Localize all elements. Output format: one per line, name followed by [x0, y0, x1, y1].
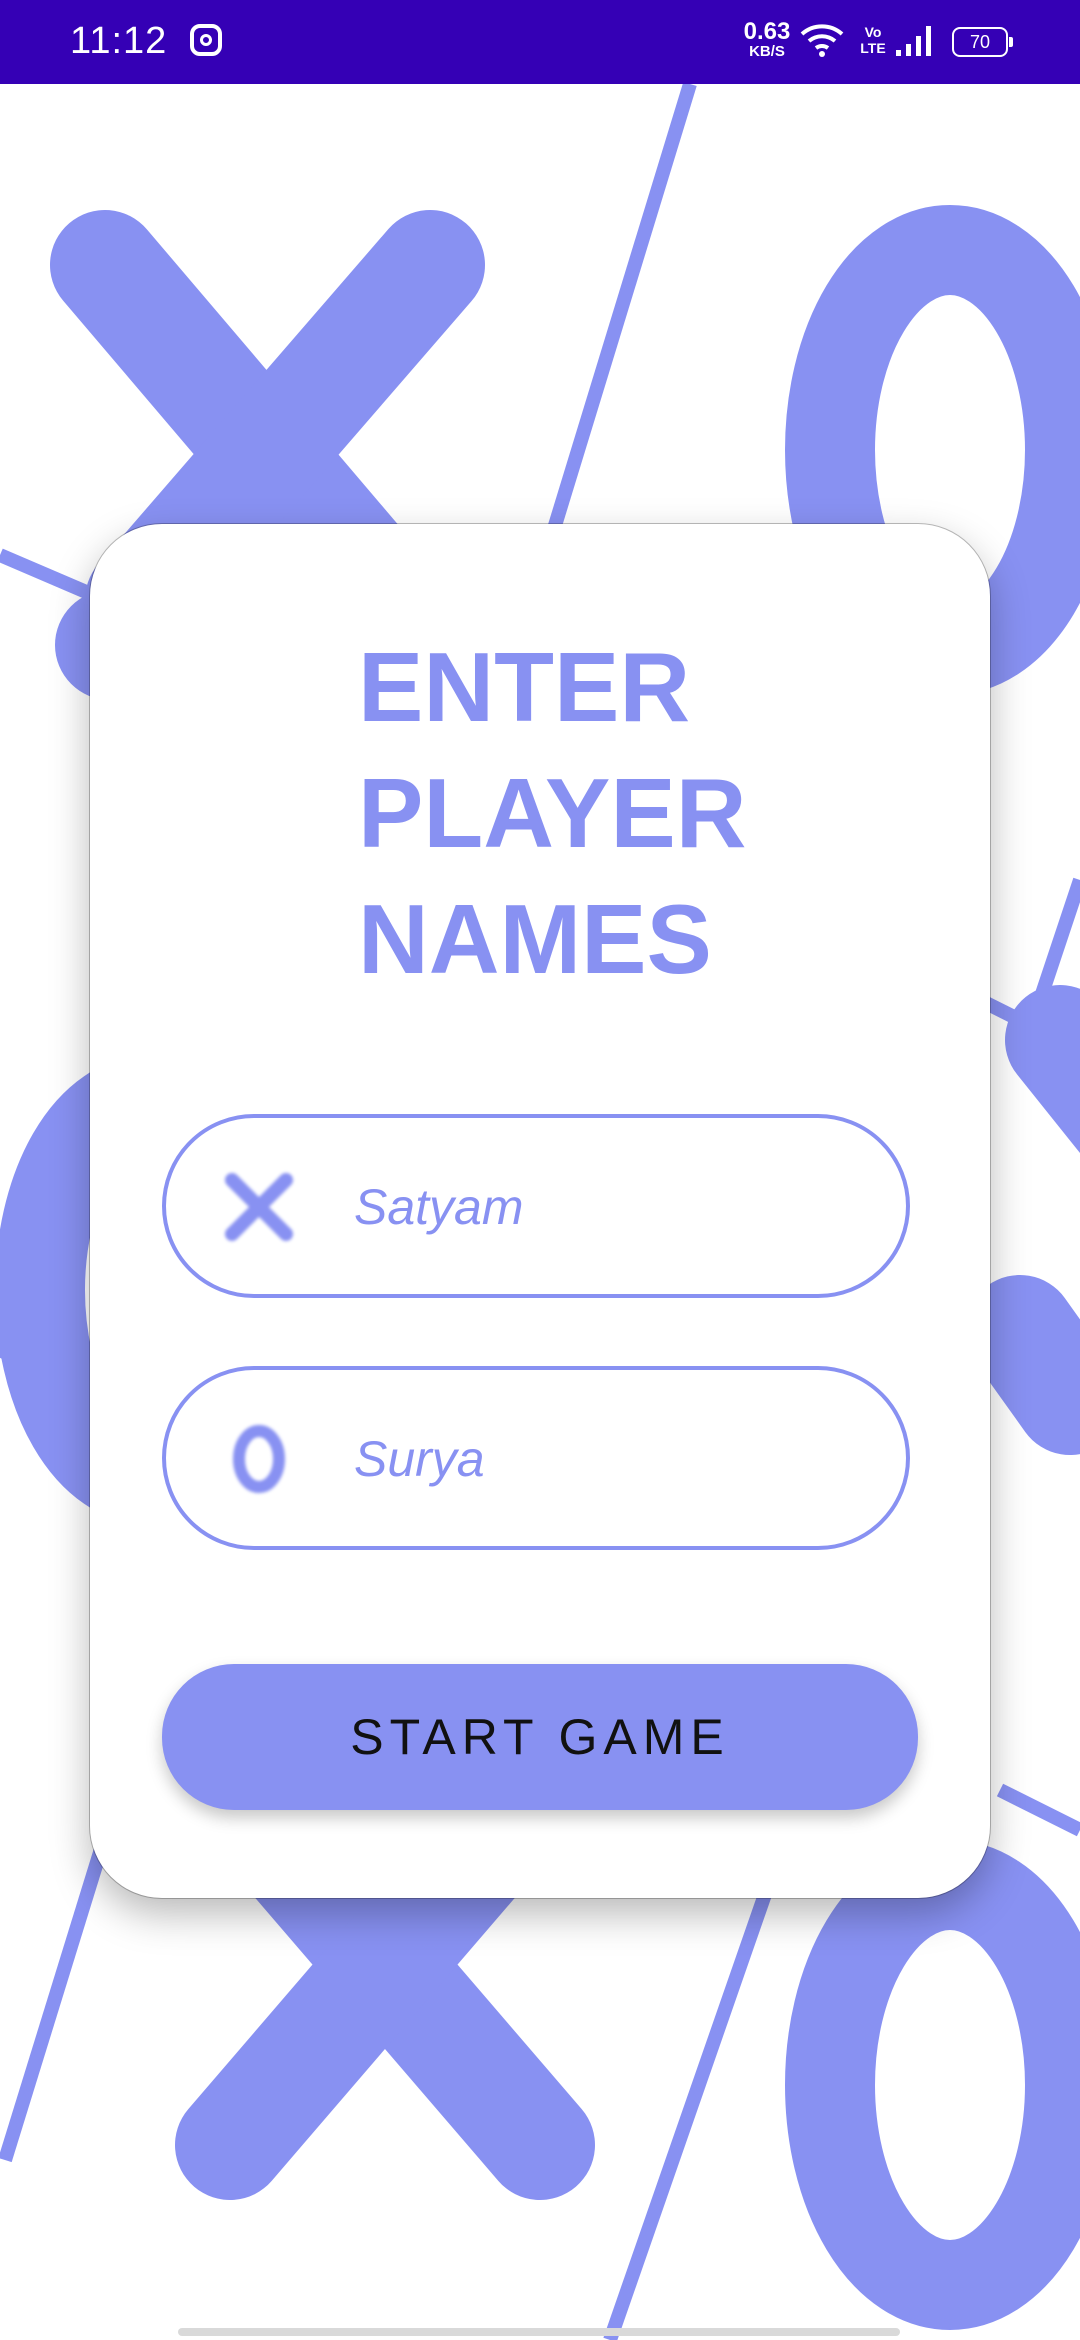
player1-name-input[interactable] — [352, 1158, 876, 1256]
player1-field[interactable] — [162, 1114, 910, 1298]
o-mark-icon — [233, 1425, 285, 1493]
network-speed-value: 0.63 — [743, 18, 791, 45]
volte-bottom-label: LTE — [860, 40, 886, 56]
title-line-1: ENTER — [358, 632, 691, 742]
player2-name-input[interactable] — [352, 1410, 876, 1508]
title-line-2: PLAYER — [358, 758, 747, 868]
x-mark-icon — [225, 1173, 293, 1241]
instagram-icon — [190, 24, 222, 56]
navigation-handle[interactable] — [178, 2328, 900, 2336]
signal-icon — [896, 26, 931, 56]
page-title: ENTER PLAYER NAMES — [358, 624, 878, 1002]
volte-top-label: Vo — [864, 24, 882, 40]
network-speed: 0.63 KB/S — [732, 18, 802, 60]
player-names-card: ENTER PLAYER NAMES START GAME — [90, 524, 990, 1898]
battery-icon: 70 — [952, 27, 1013, 57]
start-game-button[interactable]: START GAME — [162, 1664, 918, 1810]
volte-icon: Vo LTE — [858, 24, 888, 56]
network-speed-unit: KB/S — [749, 43, 785, 60]
player2-field[interactable] — [162, 1366, 910, 1550]
status-time: 11:12 — [70, 20, 168, 62]
wifi-icon — [800, 24, 844, 57]
title-line-3: NAMES — [358, 884, 712, 994]
status-bar: 11:12 0.63 KB/S Vo LTE 70 — [0, 0, 1080, 84]
